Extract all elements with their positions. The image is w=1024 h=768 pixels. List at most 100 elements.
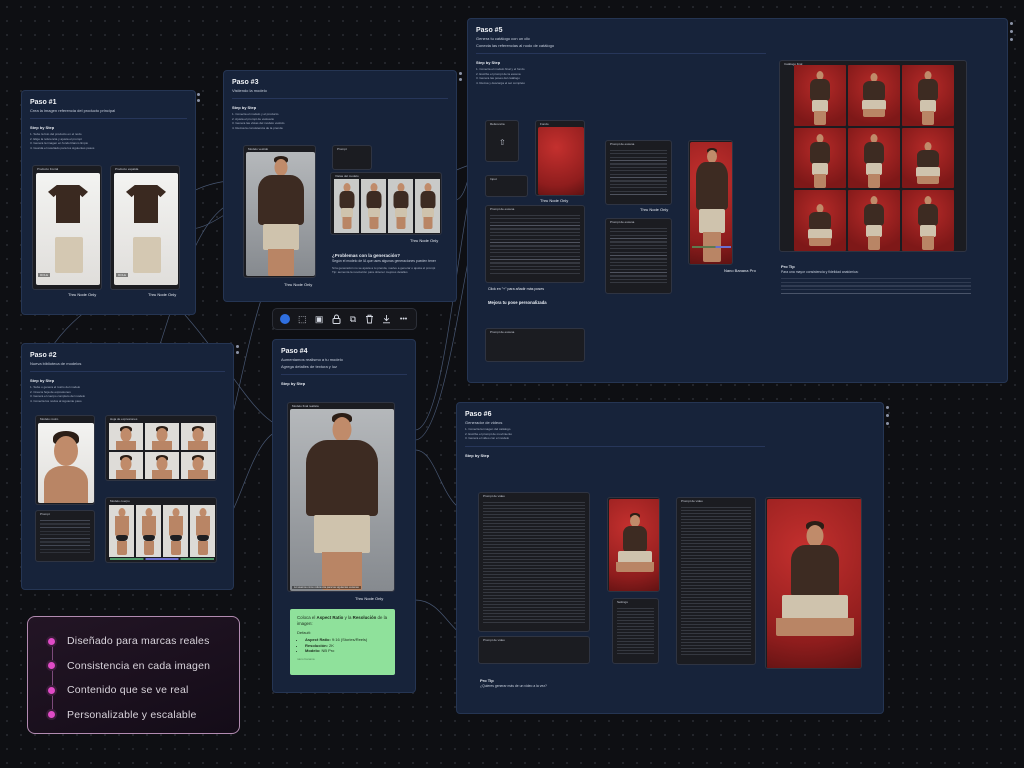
expression-grid[interactable] <box>109 423 215 479</box>
final-model-image[interactable]: Lo usamos como referencia para las sigui… <box>290 409 394 591</box>
prompt-text[interactable] <box>681 507 751 656</box>
group-button[interactable]: ▣ <box>312 312 326 326</box>
group-handle[interactable] <box>1010 22 1013 25</box>
bullet-dot-icon <box>48 662 55 670</box>
group-handle[interactable] <box>886 406 889 409</box>
pro-tip-lines <box>781 278 971 296</box>
color-picker-button[interactable] <box>278 312 292 326</box>
group-handle[interactable] <box>459 78 462 81</box>
step-5-steps: 1. Conecta el modelo final y el fondo 2.… <box>476 67 526 85</box>
step-4-divider <box>281 374 407 375</box>
step-3-title: Paso #3 <box>232 79 259 86</box>
reference-node[interactable]: Referencia ⇧ <box>485 120 519 162</box>
catalog-grid[interactable] <box>794 65 954 251</box>
model-figure <box>775 521 855 651</box>
scene-prompt-node-b[interactable]: Prompt de escena <box>605 218 672 294</box>
lock-button[interactable] <box>329 312 343 326</box>
node-title: Prompt de escena <box>490 207 515 211</box>
video-output-image[interactable] <box>767 499 861 668</box>
add-pose-hint: Click en "+" para añadir más poses <box>488 287 544 291</box>
result-node[interactable]: Resultado <box>688 140 733 265</box>
settings-note[interactable]: Coloca el Aspect Ratio y la Resolución d… <box>290 609 395 675</box>
tshirt-shape <box>126 185 166 223</box>
more-button[interactable]: ••• <box>397 312 411 326</box>
video-text-node[interactable]: Prompt de video <box>676 497 756 665</box>
product-front-node[interactable]: Producto frontal ROLE <box>32 165 102 290</box>
model-views-strip[interactable] <box>334 179 440 233</box>
node-title: Referencia <box>490 122 505 126</box>
frame-icon: ⬚ <box>298 313 307 324</box>
step-3-steps-heading: Step by Step <box>232 105 257 110</box>
node-title: Prompt de escena <box>610 220 635 224</box>
feature-text: Consistencia en cada imagen <box>67 659 211 672</box>
custom-pose-node[interactable]: Prompt de escena <box>485 328 585 362</box>
download-button[interactable] <box>380 312 394 326</box>
product-back-image[interactable]: ROLE <box>114 173 178 285</box>
group-handle[interactable] <box>1010 30 1013 33</box>
prompt-text[interactable] <box>40 520 90 553</box>
final-model-node[interactable]: Modelo final realista Lo usamos como ref… <box>287 402 395 592</box>
dressed-model-node[interactable]: Modelo vestido <box>243 145 316 278</box>
step-4-subtitle: Aumentamos realismo a tu modelo <box>281 357 343 362</box>
duplicate-button[interactable]: ⧉ <box>346 312 360 326</box>
video-prompt-node-b[interactable]: Prompt de video <box>478 636 590 664</box>
seated-model-image[interactable] <box>609 499 659 591</box>
thru-node-tag: Thru Node Only <box>355 596 384 601</box>
step-3-divider <box>232 98 448 99</box>
group-handle[interactable] <box>1010 38 1013 41</box>
delete-button[interactable] <box>363 312 377 326</box>
group-handle[interactable] <box>886 414 889 417</box>
status-bars <box>110 558 214 560</box>
group-handle[interactable] <box>197 99 200 102</box>
node-title: Settings <box>617 600 628 604</box>
model-views-node[interactable]: Vistas del modelo <box>330 172 442 235</box>
note-instruction: Coloca el Aspect Ratio y la Resolución d… <box>297 615 388 626</box>
feature-item: Personalizable y escalable <box>48 703 239 728</box>
frame-button[interactable]: ⬚ <box>295 312 309 326</box>
node-title: Prompt de video <box>681 499 703 503</box>
more-icon: ••• <box>399 315 408 323</box>
group-icon: ▣ <box>314 313 324 324</box>
background-node[interactable]: Fondo <box>535 120 585 196</box>
group-handle[interactable] <box>886 422 889 425</box>
pro-tip-subtitle: Para una mayor consistencia y fidelidad … <box>781 270 859 274</box>
model-prompt-node[interactable]: Prompt <box>35 510 95 562</box>
model-body-node[interactable]: Modelo cuerpo <box>105 497 217 563</box>
group-handle[interactable] <box>459 72 462 75</box>
prompt-text[interactable] <box>610 228 667 285</box>
model-body-strip[interactable] <box>109 505 215 557</box>
background-image[interactable] <box>538 127 584 195</box>
model-figure <box>615 513 655 583</box>
dressed-model-image[interactable] <box>246 152 315 276</box>
scene-prompt-node-a[interactable]: Prompt de escena <box>605 140 672 205</box>
group-handle[interactable] <box>197 93 200 96</box>
video-output-node[interactable]: Video <box>765 497 862 669</box>
product-back-node[interactable]: Producto espalda ROLE <box>110 165 180 290</box>
model-face-image[interactable] <box>38 423 94 503</box>
model-face-node[interactable]: Modelo rostro <box>35 415 95 505</box>
catalog-grid-node[interactable]: Catálogo final <box>779 60 967 252</box>
group-handle[interactable] <box>236 345 239 348</box>
prompt-text[interactable] <box>483 502 585 623</box>
settings-text[interactable] <box>617 608 654 655</box>
download-icon <box>383 315 391 324</box>
step-1-title: Paso #1 <box>30 99 57 106</box>
workflow-canvas[interactable]: Paso #1 Crea la imagen referencia del pr… <box>0 0 1024 768</box>
feature-item: Consistencia en cada imagen <box>48 654 239 679</box>
step-5-title: Paso #5 <box>476 27 503 34</box>
expression-sheet-node[interactable]: Hoja de expresiones <box>105 415 217 481</box>
thru-node-tag: Thru Node Only <box>148 292 177 297</box>
shorts-shape <box>55 237 83 273</box>
small-input-node[interactable]: Input <box>485 175 528 197</box>
video-prompt-node[interactable]: Prompt de video <box>478 492 590 632</box>
prompt-text[interactable] <box>490 215 580 274</box>
video-image-node[interactable]: Imagen <box>607 497 660 592</box>
node-title: Prompt de video <box>483 494 505 498</box>
group-handle[interactable] <box>236 351 239 354</box>
video-settings-node[interactable]: Settings <box>612 598 659 664</box>
prompt-text[interactable] <box>610 150 667 196</box>
node-title: Modelo vestido <box>248 147 269 151</box>
long-prompt-node[interactable]: Prompt de escena <box>485 205 585 283</box>
prompt-small-node[interactable]: Prompt <box>332 145 372 170</box>
product-front-image[interactable]: ROLE <box>36 173 100 285</box>
